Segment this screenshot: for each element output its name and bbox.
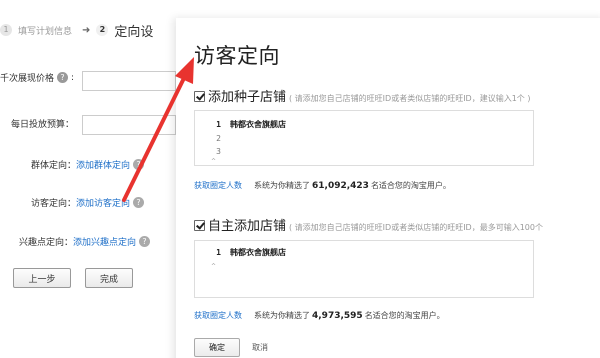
seed-get-count-link[interactable]: 获取圈定人数 — [194, 180, 242, 191]
step1-label: 填写计划信息 — [18, 26, 73, 37]
seed-count-prefix: 系统为你精选了 — [254, 181, 310, 190]
editor-caret-row: ^ — [195, 261, 216, 272]
add-group-targeting-link[interactable]: 添加群体定向 — [76, 158, 130, 171]
custom-shops-header: 自主添加店铺 ( 请添加您自己店铺的旺旺ID或者类似店铺的旺旺ID，最多可输入1… — [194, 215, 543, 234]
visitor-targeting-label: 访客定向： — [31, 199, 77, 209]
budget-input[interactable] — [82, 115, 176, 135]
step-indicator: 1 填写计划信息 ➜ 2 定向设 — [0, 20, 153, 40]
visitor-help-icon[interactable]: ? — [133, 197, 145, 208]
bid-label: 千次展现价格 — [0, 74, 55, 84]
cancel-link[interactable]: 取消 — [252, 342, 268, 353]
seed-shops-title: 添加种子店铺 — [208, 90, 287, 105]
step2-number: 2 — [96, 24, 109, 36]
seed-shops-textarea[interactable]: 1 韩都衣舍旗舰店 2 3 ^ — [194, 110, 534, 166]
custom-count-row: 获取圈定人数 系统为你精选了 4,973,595 名适合您的淘宝用户。 — [194, 310, 445, 321]
custom-count-prefix: 系统为你精选了 — [254, 311, 310, 320]
step-arrow-icon: ➜ — [82, 24, 91, 36]
seed-count-value: 61,092,423 — [312, 180, 369, 191]
line-number: 3 — [216, 147, 221, 156]
prev-step-button[interactable]: 上一步 — [13, 268, 71, 288]
budget-row: 每日投放预算： — [11, 117, 74, 130]
editor-line: 2 — [195, 133, 221, 144]
custom-get-count-link[interactable]: 获取圈定人数 — [194, 310, 242, 321]
form-actions: 上一步 完成 — [13, 268, 133, 288]
editor-line: 1 韩都衣舍旗舰店 — [195, 247, 286, 258]
group-targeting-row: 群体定向： 添加群体定向 ? — [31, 158, 145, 171]
dialog-actions: 确定 取消 — [194, 338, 268, 357]
interest-targeting-label: 兴趣点定向： — [19, 238, 74, 248]
finish-button[interactable]: 完成 — [85, 268, 133, 288]
visitor-targeting-dialog: 访客定向 添加种子店铺 ( 请添加您自己店铺的旺旺ID或者类似店铺的旺旺ID，建… — [176, 18, 600, 358]
bid-help-icon[interactable]: ? — [57, 72, 69, 83]
group-help-icon[interactable]: ? — [133, 159, 145, 170]
bid-colon: : — [71, 72, 75, 83]
seed-count-suffix: 名适合您的淘宝用户。 — [370, 181, 451, 190]
seed-shops-header: 添加种子店铺 ( 请添加您自己店铺的旺旺ID或者类似店铺的旺旺ID，建议输入1个… — [194, 86, 530, 105]
custom-shops-title: 自主添加店铺 — [208, 219, 287, 234]
editor-line: 1 韩都衣舍旗舰店 — [195, 119, 286, 130]
add-visitor-targeting-link[interactable]: 添加访客定向 — [76, 196, 130, 209]
line-text: 韩都衣舍旗舰店 — [230, 248, 286, 257]
add-interest-targeting-link[interactable]: 添加兴趣点定向 — [73, 235, 136, 248]
custom-count-value: 4,973,595 — [312, 310, 363, 321]
bid-row: 千次展现价格 ? : — [0, 71, 74, 84]
step1-number: 1 — [0, 24, 12, 36]
resize-caret-icon: ^ — [211, 158, 217, 165]
bid-input[interactable] — [82, 71, 176, 91]
confirm-button[interactable]: 确定 — [194, 338, 240, 357]
line-number: 1 — [216, 248, 221, 257]
step2-label: 定向设 — [114, 24, 154, 40]
custom-shops-textarea[interactable]: 1 韩都衣舍旗舰店 ^ — [194, 240, 534, 298]
interest-help-icon[interactable]: ? — [139, 236, 151, 247]
seed-count-row: 获取圈定人数 系统为你精选了 61,092,423 名适合您的淘宝用户。 — [194, 180, 451, 191]
seed-shops-hint: ( 请添加您自己店铺的旺旺ID或者类似店铺的旺旺ID，建议输入1个 ) — [289, 94, 531, 103]
custom-count-suffix: 名适合您的淘宝用户。 — [364, 311, 445, 320]
dialog-title: 访客定向 — [194, 44, 280, 68]
custom-shops-hint: ( 请添加您自己店铺的旺旺ID或者类似店铺的旺旺ID，最多可输入100个 — [289, 223, 543, 232]
line-number: 2 — [216, 134, 221, 143]
line-text: 韩都衣舍旗舰店 — [230, 120, 286, 129]
editor-caret-row: ^ — [195, 156, 217, 165]
seed-shops-checkbox[interactable] — [194, 91, 205, 102]
line-number: 1 — [216, 120, 221, 129]
group-targeting-label: 群体定向： — [31, 161, 77, 171]
budget-label: 每日投放预算： — [11, 120, 75, 130]
interest-targeting-row: 兴趣点定向： 添加兴趣点定向 ? — [19, 235, 151, 248]
visitor-targeting-row: 访客定向： 添加访客定向 ? — [31, 196, 145, 209]
custom-shops-checkbox[interactable] — [194, 220, 205, 231]
resize-caret-icon: ^ — [211, 263, 217, 270]
